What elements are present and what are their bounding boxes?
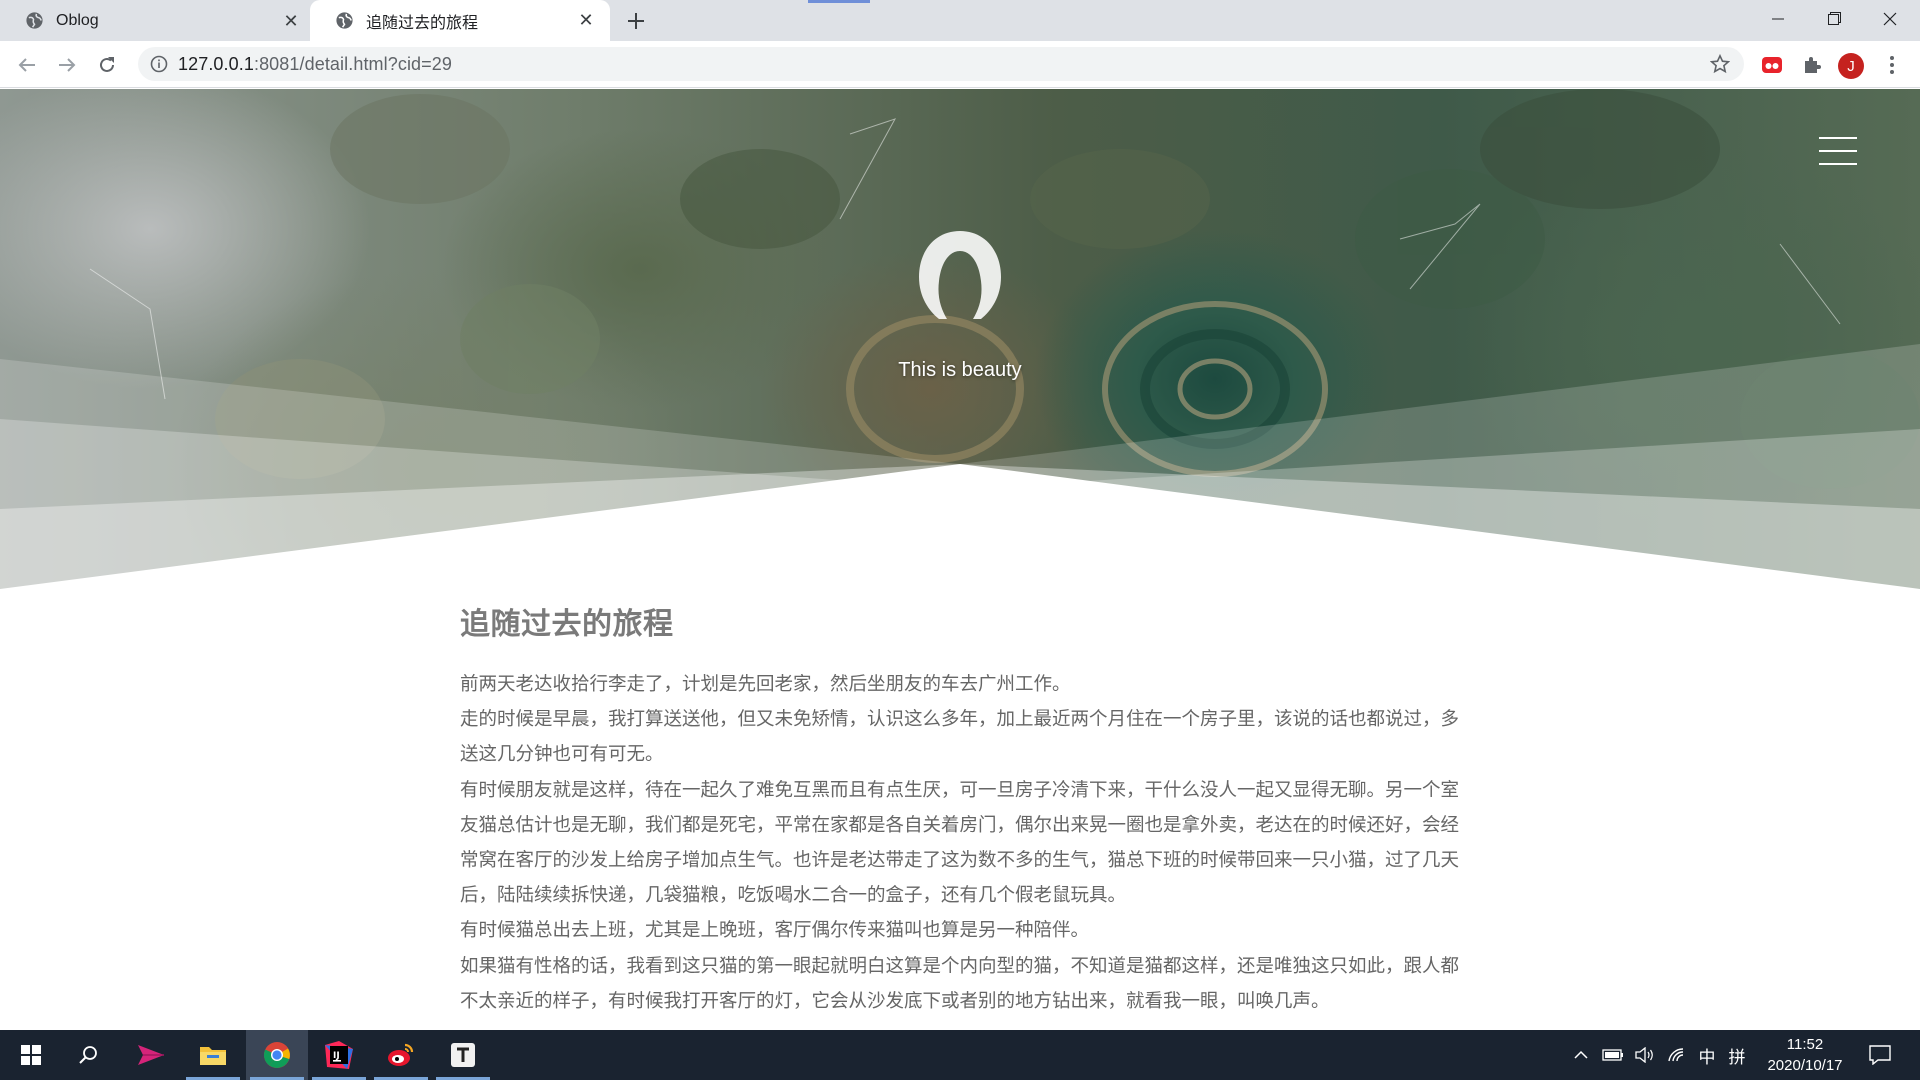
browser-menu-button[interactable]: [1880, 53, 1904, 77]
reload-button[interactable]: [91, 49, 123, 81]
network-button[interactable]: [1662, 1030, 1692, 1080]
tab-title: Oblog: [56, 11, 99, 29]
weibo-icon: [388, 1043, 414, 1066]
taskbar: IJ 中 拼 11:52 2020/10/17: [0, 1030, 1920, 1080]
restore-button[interactable]: [1806, 0, 1862, 37]
close-icon: [1883, 12, 1897, 25]
taskbar-app-intellij[interactable]: IJ: [308, 1030, 370, 1080]
taskbar-app-chrome[interactable]: [246, 1030, 308, 1080]
url-host: 127.0.0.1: [178, 53, 254, 74]
battery-button[interactable]: [1598, 1030, 1628, 1080]
menu-line: [1819, 137, 1857, 139]
taskbar-clock[interactable]: 11:52 2020/10/17: [1740, 1034, 1870, 1076]
plus-icon: [628, 13, 644, 29]
info-icon[interactable]: [150, 55, 168, 73]
browser-toolbar: 127.0.0.1:8081/detail.html?cid=29 J: [0, 41, 1920, 88]
action-center-button[interactable]: [1860, 1030, 1900, 1080]
extension-icon[interactable]: [1760, 53, 1784, 77]
taskbar-app-typora[interactable]: [432, 1030, 494, 1080]
intellij-icon: IJ: [325, 1041, 353, 1069]
address-bar[interactable]: 127.0.0.1:8081/detail.html?cid=29: [138, 47, 1744, 81]
tab-title: 追随过去的旅程: [366, 14, 479, 32]
restore-icon: [1827, 12, 1841, 25]
notification-icon: [1869, 1045, 1891, 1065]
url-path: :8081/detail.html?cid=29: [253, 53, 453, 74]
article-paragraph: 如果猫有性格的话，我看到这只猫的第一眼起就明白这算是个内向型的猫，不知道是猫都这…: [460, 955, 1460, 1012]
reload-icon: [100, 57, 114, 72]
arrow-right-icon: [59, 58, 76, 72]
chrome-icon: [263, 1042, 290, 1068]
hero-decoration: [0, 89, 1920, 589]
arrow-left-icon: [18, 58, 35, 72]
article-paragraph: 走的时候是早晨，我打算送送他，但又未免矫情，认识这么多年，加上最近两个月住在一个…: [460, 709, 1460, 766]
globe-icon: [336, 12, 353, 29]
taskbar-app-send[interactable]: [120, 1030, 182, 1080]
hamburger-menu-button[interactable]: [1819, 137, 1857, 165]
volume-button[interactable]: [1630, 1030, 1660, 1080]
folder-icon: [200, 1047, 226, 1065]
globe-icon: [26, 12, 43, 29]
tab-oblog[interactable]: Oblog: [0, 0, 307, 41]
article-paragraph: 有时候朋友就是这样，待在一起久了难免互黑而且有点生厌，可一旦房子冷清下来，干什么…: [460, 779, 1460, 907]
speaker-icon: [1635, 1047, 1653, 1063]
start-button[interactable]: [0, 1030, 62, 1080]
new-tab-button[interactable]: [622, 7, 650, 35]
svg-text:IJ: IJ: [333, 1051, 340, 1061]
minimize-icon: [1772, 18, 1784, 19]
clock-date: 2020/10/17: [1767, 1057, 1843, 1074]
kebab-menu-icon: [1890, 56, 1894, 74]
paper-plane-icon: [138, 1045, 164, 1065]
clock-time: 11:52: [1786, 1036, 1824, 1053]
browser-tabstrip: Oblog 追随过去的旅程 ✕ ✕: [0, 0, 1920, 41]
profile-avatar[interactable]: J: [1838, 53, 1864, 79]
menu-line: [1819, 150, 1857, 152]
page-viewport: This is beauty 追随过去的旅程 前两天老达收拾行李走了，计划是先回…: [0, 89, 1920, 1030]
site-logo[interactable]: [917, 229, 1003, 321]
close-window-button[interactable]: [1862, 0, 1918, 37]
back-button[interactable]: [11, 49, 43, 81]
search-button[interactable]: [58, 1030, 120, 1080]
windows-logo-icon: [21, 1045, 41, 1065]
wifi-icon: [1668, 1048, 1684, 1062]
puzzle-icon: [1805, 57, 1821, 73]
search-icon: [79, 1046, 97, 1064]
menu-line: [1819, 163, 1857, 165]
forward-button[interactable]: [51, 49, 83, 81]
close-tab-icon[interactable]: ✕: [281, 11, 301, 31]
ime-language[interactable]: 中: [1690, 1030, 1724, 1080]
extension-red-icon: [1762, 57, 1782, 73]
minimize-button[interactable]: [1750, 0, 1806, 37]
tab-article[interactable]: 追随过去的旅程 ✕: [310, 0, 610, 41]
tab-loading-indicator: [808, 0, 870, 3]
taskbar-app-explorer[interactable]: [182, 1030, 244, 1080]
article-body: 前两天老达收拾行李走了，计划是先回老家，然后坐朋友的车去广州工作。 走的时候是早…: [460, 667, 1460, 1019]
typora-icon: [451, 1043, 475, 1067]
article-title: 追随过去的旅程: [460, 607, 674, 642]
battery-icon: [1602, 1049, 1623, 1061]
article-paragraph: 前两天老达收拾行李走了，计划是先回老家，然后坐朋友的车去广州工作。: [460, 674, 1071, 695]
taskbar-app-weibo[interactable]: [370, 1030, 432, 1080]
bookmark-star-icon[interactable]: [1710, 54, 1730, 74]
tray-overflow-button[interactable]: [1568, 1030, 1594, 1080]
hero-banner: This is beauty: [0, 89, 1920, 589]
article-paragraph: 有时候猫总出去上班，尤其是上晚班，客厅偶尔传来猫叫也算是另一种陪伴。: [460, 920, 1090, 942]
extensions-button[interactable]: [1800, 53, 1824, 77]
close-tab-icon[interactable]: ✕: [576, 10, 596, 31]
chevron-up-icon: [1574, 1050, 1588, 1059]
site-motto: This is beauty: [898, 359, 1022, 381]
url-text: 127.0.0.1:8081/detail.html?cid=29: [178, 54, 452, 75]
